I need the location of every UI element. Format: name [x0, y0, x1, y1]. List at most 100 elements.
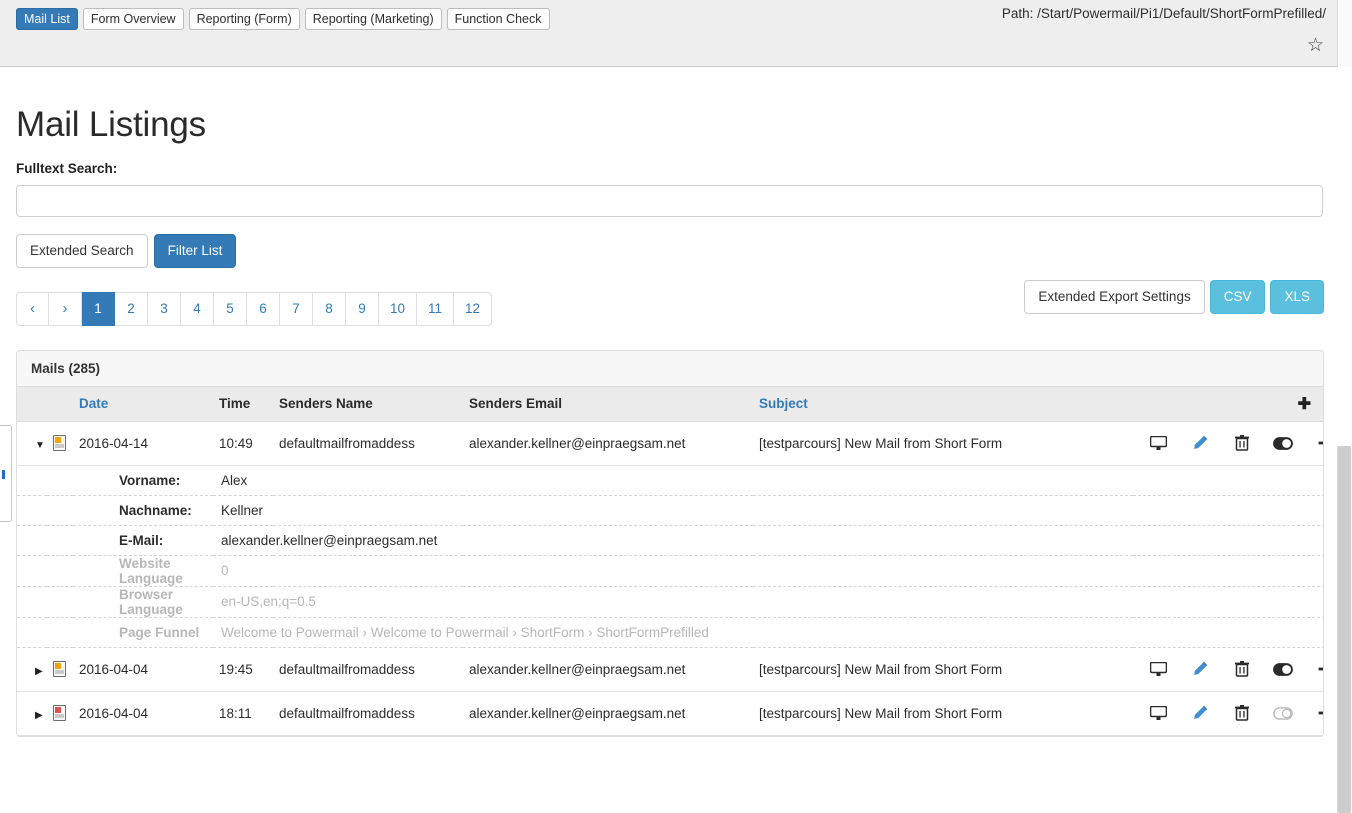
pagination-page-1[interactable]: 1: [82, 292, 115, 326]
table-row[interactable]: ▶ 2016-04-04 18:11 defaultmailfromaddess…: [17, 691, 1324, 735]
trash-icon[interactable]: [1223, 705, 1261, 721]
row-expand-cell[interactable]: ▼: [17, 421, 47, 465]
preview-action[interactable]: [1139, 706, 1177, 721]
extended-export-settings-button[interactable]: Extended Export Settings: [1024, 280, 1204, 314]
toggle-icon[interactable]: [1264, 437, 1302, 450]
plus-icon[interactable]: [1306, 662, 1324, 676]
pencil-icon[interactable]: [1181, 435, 1219, 451]
detail-row: Browser Language en-US,en;q=0.5: [17, 586, 1324, 617]
detail-value: Welcome to Powermail › Welcome to Powerm…: [213, 617, 1324, 647]
page-scrollbar-thumb[interactable]: [1338, 446, 1351, 813]
module-tabs: Mail List Form Overview Reporting (Form)…: [16, 8, 550, 30]
pagination-page-11[interactable]: 11: [417, 292, 454, 326]
export-button-row: Extended Export Settings CSV XLS: [1019, 280, 1324, 314]
chevron-down-icon[interactable]: ▼: [23, 440, 45, 451]
tab-mail-list[interactable]: Mail List: [16, 8, 78, 30]
cell-subject: [testparcours] New Mail from Short Form: [753, 647, 1133, 691]
plus-icon[interactable]: [1306, 436, 1324, 450]
search-input[interactable]: [16, 185, 1323, 217]
tab-form-overview[interactable]: Form Overview: [83, 8, 184, 30]
document-hidden-icon: [53, 705, 66, 721]
col-senders-name[interactable]: Senders Name: [273, 387, 463, 421]
left-edge-marker: [2, 470, 5, 479]
col-date[interactable]: Date: [73, 387, 213, 421]
col-icon: [47, 387, 73, 421]
table-header-row: Date Time Senders Name Senders Email Sub…: [17, 387, 1324, 421]
cell-senders-name: defaultmailfromaddess: [273, 647, 463, 691]
pagination-page-5[interactable]: 5: [214, 292, 247, 326]
tab-function-check[interactable]: Function Check: [447, 8, 550, 30]
pagination-page-12[interactable]: 12: [454, 292, 492, 326]
row-actions: [1133, 421, 1324, 465]
tab-reporting-marketing[interactable]: Reporting (Marketing): [305, 8, 442, 30]
preview-action[interactable]: [1139, 662, 1177, 677]
pagination-page-9[interactable]: 9: [346, 292, 379, 326]
mails-table-head: Date Time Senders Name Senders Email Sub…: [17, 387, 1324, 421]
filter-list-button[interactable]: Filter List: [154, 234, 237, 268]
pagination-page-6[interactable]: 6: [247, 292, 280, 326]
page-title: Mail Listings: [0, 67, 1352, 145]
cell-date: 2016-04-14: [73, 421, 213, 465]
toggle-off-icon[interactable]: [1264, 707, 1302, 720]
plus-icon[interactable]: [1306, 706, 1324, 720]
table-row[interactable]: ▶ 2016-04-04 19:45 defaultmailfromaddess…: [17, 647, 1324, 691]
cell-senders-name: defaultmailfromaddess: [273, 691, 463, 735]
row-doc-cell: [47, 421, 73, 465]
cell-date: 2016-04-04: [73, 647, 213, 691]
star-icon[interactable]: ☆: [1307, 36, 1324, 55]
pagination-page-4[interactable]: 4: [181, 292, 214, 326]
trash-icon[interactable]: [1223, 661, 1261, 677]
cell-senders-email: alexander.kellner@einpraegsam.net: [463, 691, 753, 735]
row-expand-cell[interactable]: ▶: [17, 647, 47, 691]
col-subject[interactable]: Subject: [753, 387, 1133, 421]
page-scrollbar[interactable]: [1337, 0, 1352, 813]
pagination-page-2[interactable]: 2: [115, 292, 148, 326]
cell-senders-name: defaultmailfromaddess: [273, 421, 463, 465]
detail-key: Vorname:: [73, 465, 213, 495]
pagination-prev[interactable]: ‹: [16, 292, 49, 326]
detail-key: Website Language: [73, 555, 213, 586]
chevron-right-icon[interactable]: ▶: [23, 710, 43, 721]
detail-key: E-Mail:: [73, 525, 213, 555]
pencil-icon[interactable]: [1181, 661, 1219, 677]
cell-date: 2016-04-04: [73, 691, 213, 735]
col-time[interactable]: Time: [213, 387, 273, 421]
detail-key: Nachname:: [73, 495, 213, 525]
document-icon: [53, 435, 66, 451]
cell-time: 19:45: [213, 647, 273, 691]
app-root: Mail List Form Overview Reporting (Form)…: [0, 0, 1352, 813]
extended-search-button[interactable]: Extended Search: [16, 234, 148, 268]
filter-button-row: Extended Search Filter List: [16, 234, 1352, 268]
col-expand: [17, 387, 47, 421]
pencil-icon[interactable]: [1181, 705, 1219, 721]
preview-action[interactable]: [1139, 436, 1177, 451]
row-doc-cell: [47, 691, 73, 735]
pagination-page-7[interactable]: 7: [280, 292, 313, 326]
row-doc-cell: [47, 647, 73, 691]
pagination-page-10[interactable]: 10: [379, 292, 417, 326]
detail-key: Page Funnel: [73, 617, 213, 647]
row-expand-cell[interactable]: ▶: [17, 691, 47, 735]
export-xls-button[interactable]: XLS: [1270, 280, 1324, 314]
cell-senders-email: alexander.kellner@einpraegsam.net: [463, 421, 753, 465]
add-column-icon[interactable]: ✚: [1133, 387, 1324, 421]
document-icon: [53, 661, 66, 677]
detail-value: 0: [213, 555, 1324, 586]
page-scrollbar-upper: [1337, 67, 1352, 446]
detail-key: Browser Language: [73, 586, 213, 617]
trash-icon[interactable]: [1223, 435, 1261, 451]
col-senders-email[interactable]: Senders Email: [463, 387, 753, 421]
breadcrumb-path: Path: /Start/Powermail/Pi1/Default/Short…: [1002, 6, 1326, 21]
export-csv-button[interactable]: CSV: [1210, 280, 1266, 314]
pagination-next[interactable]: ›: [49, 292, 82, 326]
tab-reporting-form[interactable]: Reporting (Form): [189, 8, 300, 30]
cell-time: 10:49: [213, 421, 273, 465]
toggle-icon[interactable]: [1264, 663, 1302, 676]
top-bar: Mail List Form Overview Reporting (Form)…: [0, 0, 1352, 67]
table-row[interactable]: ▼ 2016-04-14 10:49 defaultmailfromaddess…: [17, 421, 1324, 465]
pagination-page-3[interactable]: 3: [148, 292, 181, 326]
detail-row: Page Funnel Welcome to Powermail › Welco…: [17, 617, 1324, 647]
chevron-right-icon[interactable]: ▶: [23, 666, 43, 677]
mails-table-body: ▼ 2016-04-14 10:49 defaultmailfromaddess…: [17, 421, 1324, 735]
pagination-page-8[interactable]: 8: [313, 292, 346, 326]
